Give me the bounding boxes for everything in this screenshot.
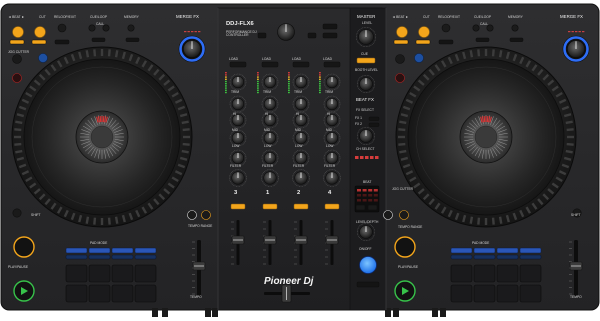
- right-cut-label: CUT: [423, 15, 430, 19]
- channel-number-3: 3: [234, 190, 238, 196]
- master-label: MASTER: [357, 14, 376, 19]
- hi-label-ch1: HI: [265, 112, 269, 116]
- hi-label-ch3: HI: [233, 112, 237, 116]
- left-reloop-label: RELOOP/EXIT: [54, 15, 76, 19]
- filter-label-ch4: FILTER: [324, 164, 336, 168]
- right-merge-fx-label: MERGE FX: [560, 14, 583, 19]
- right-shift-label: SHIFT: [571, 213, 581, 217]
- load-label-ch2: LOAD: [292, 57, 301, 61]
- low-label-ch4: LOW: [326, 144, 334, 148]
- left-tempo-range-label: TEMPO RANGE: [188, 224, 213, 228]
- trim-label-ch4: TRIM: [325, 90, 334, 94]
- label-layer: DDJ-FLX6 PERFORMANCE DJ CONTROLLER Pione…: [0, 0, 600, 321]
- left-play-pause-label: PLAY/PAUSE: [8, 265, 29, 269]
- left-beat-label: ◄ BEAT ►: [8, 15, 25, 19]
- right-jog-cutter-label: JOG CUTTER: [392, 187, 414, 191]
- fx-select-label: FX SELECT: [356, 108, 374, 112]
- right-cue-loop-label: CUE/LOOP: [474, 15, 492, 19]
- beat-label: BEAT: [363, 180, 372, 184]
- filter-label-ch2: FILTER: [293, 164, 305, 168]
- mid-label-ch3: MID: [232, 128, 239, 132]
- model-name: DDJ-FLX6: [226, 21, 254, 27]
- left-tempo-label: TEMPO: [190, 295, 202, 299]
- left-shift-label: SHIFT: [31, 213, 41, 217]
- on-off-label: ON/OFF: [359, 247, 372, 251]
- trim-label-ch2: TRIM: [294, 90, 303, 94]
- ch-select-label: CH SELECT: [356, 147, 375, 151]
- right-beat-label: ◄ BEAT ►: [392, 15, 409, 19]
- mid-label-ch1: MID: [264, 128, 271, 132]
- left-call-label: CALL: [96, 22, 105, 26]
- right-pad-mode-label: PAD MODE: [472, 241, 490, 245]
- master-cue-label: CUE: [361, 52, 368, 56]
- load-label-ch1: LOAD: [262, 57, 271, 61]
- hi-label-ch2: HI: [296, 112, 300, 116]
- fx2-label: FX 2: [355, 122, 362, 126]
- low-label-ch3: LOW: [232, 144, 240, 148]
- left-memory-label: MEMORY: [124, 15, 139, 19]
- trim-label-ch3: TRIM: [231, 90, 240, 94]
- mid-label-ch2: MID: [295, 128, 302, 132]
- left-pad-mode-label: PAD MODE: [90, 241, 108, 245]
- right-tempo-range-label: TEMPO RANGE: [398, 225, 423, 229]
- fx1-label: FX 1: [355, 116, 362, 120]
- left-jog-cutter-label: JOG CUTTER: [8, 50, 30, 54]
- right-memory-label: MEMORY: [508, 15, 523, 19]
- right-call-label: CALL: [480, 22, 489, 26]
- low-label-ch1: LOW: [264, 144, 272, 148]
- left-cut-label: CUT: [39, 15, 46, 19]
- master-level-label: LEVEL: [362, 21, 373, 25]
- right-reloop-label: RELOOP/EXIT: [438, 15, 460, 19]
- filter-label-ch3: FILTER: [230, 164, 242, 168]
- beat-fx-label: BEAT FX: [356, 97, 374, 102]
- channel-number-1: 1: [266, 190, 270, 196]
- low-label-ch2: LOW: [295, 144, 303, 148]
- left-cue-loop-label: CUE/LOOP: [90, 15, 108, 19]
- brand-logo: Pioneer Dj: [264, 276, 314, 287]
- hi-label-ch4: HI: [327, 112, 331, 116]
- mid-label-ch4: MID: [326, 128, 333, 132]
- load-label-ch3: LOAD: [229, 57, 238, 61]
- right-tempo-label: TEMPO: [570, 295, 582, 299]
- channel-number-4: 4: [328, 190, 332, 196]
- channel-number-2: 2: [297, 190, 301, 196]
- booth-level-label: BOOTH LEVEL: [355, 68, 378, 72]
- load-label-ch4: LOAD: [323, 57, 332, 61]
- model-subtitle: PERFORMANCE DJ CONTROLLER: [226, 30, 257, 38]
- right-play-pause-label: PLAY/PAUSE: [398, 265, 419, 269]
- left-merge-fx-label: MERGE FX: [176, 14, 199, 19]
- trim-label-ch1: TRIM: [263, 90, 272, 94]
- filter-label-ch1: FILTER: [262, 164, 274, 168]
- level-depth-label: LEVEL/DEPTH: [356, 220, 379, 224]
